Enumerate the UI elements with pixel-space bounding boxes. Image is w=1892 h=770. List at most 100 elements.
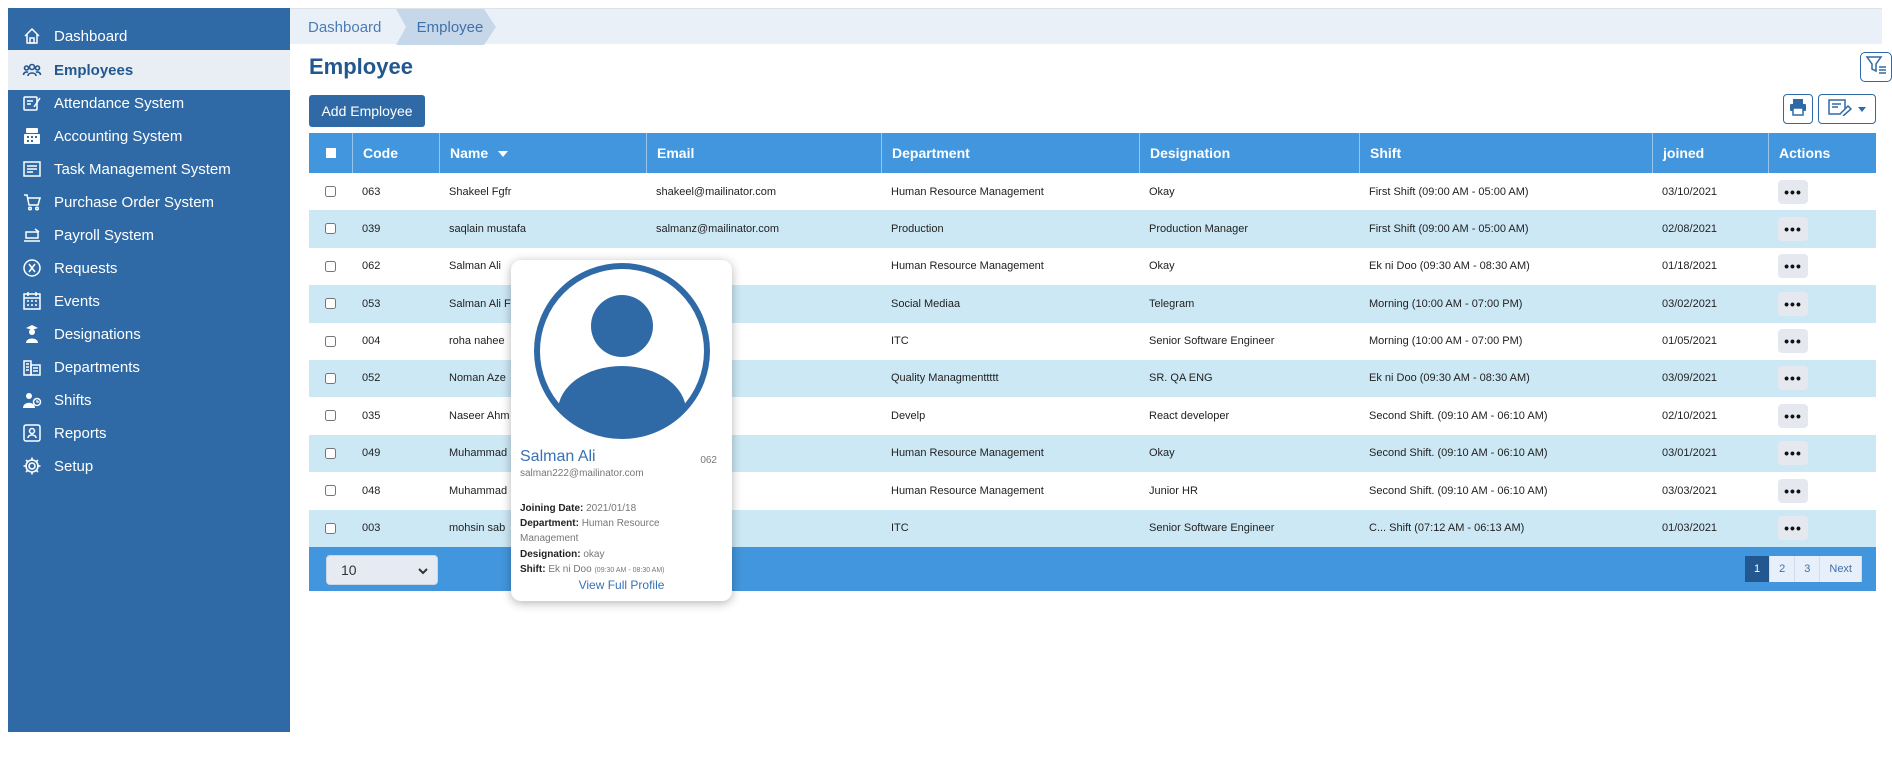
- popup-designation-value: okay: [583, 549, 605, 560]
- actions-cell: •••: [1768, 510, 1876, 547]
- filter-button[interactable]: [1860, 52, 1892, 82]
- row-checkbox[interactable]: [325, 410, 336, 422]
- row-actions-button[interactable]: •••: [1778, 478, 1808, 503]
- cell-designation: Production Manager: [1149, 222, 1249, 235]
- popup-email: salman222@mailinator.com: [520, 468, 644, 479]
- chevron-down-icon: [417, 564, 429, 580]
- row-checkbox[interactable]: [325, 223, 336, 235]
- page-size-select[interactable]: 10: [326, 554, 438, 585]
- row-checkbox[interactable]: [325, 522, 336, 534]
- requests-icon: [22, 258, 42, 278]
- cell-shift: Second Shift. (09:10 AM - 06:10 AM): [1369, 409, 1548, 422]
- cell-shift: Second Shift. (09:10 AM - 06:10 AM): [1369, 447, 1548, 460]
- designation-icon: [22, 324, 42, 344]
- table-row[interactable]: 063 Shakeel Fgfr shakeel@mailinator.com Hum…: [309, 173, 1876, 210]
- cell-code: 063: [362, 185, 381, 198]
- sidebar-item-label: Departments: [54, 358, 140, 376]
- col-department[interactable]: Department: [881, 133, 1139, 173]
- cell-email: shakeel@mailinator.com: [656, 185, 776, 198]
- cell-designation: Senior Software Engineer: [1149, 335, 1275, 348]
- add-employee-button[interactable]: Add Employee: [309, 95, 425, 127]
- cell-shift: Ek ni Doo (09:30 AM - 08:30 AM): [1369, 372, 1530, 385]
- view-full-profile-link[interactable]: View Full Profile: [511, 578, 732, 592]
- col-joined[interactable]: joined: [1652, 133, 1768, 173]
- row-actions-button[interactable]: •••: [1778, 216, 1808, 241]
- sidebar-item-label: Requests: [54, 259, 118, 277]
- col-name-label: Name: [450, 145, 489, 161]
- popup-department: Department: Human Resource Management: [520, 516, 720, 546]
- actions-cell: •••: [1768, 360, 1876, 397]
- cell-code: 035: [362, 409, 381, 422]
- sidebar-item-setup[interactable]: Setup: [8, 446, 290, 486]
- sidebar-item-label: Attendance System: [54, 94, 185, 112]
- building-icon: [22, 357, 42, 377]
- popup-shift-label: Shift:: [520, 564, 546, 575]
- row-checkbox[interactable]: [325, 298, 336, 310]
- row-checkbox[interactable]: [325, 186, 336, 197]
- cell-code: 039: [362, 222, 381, 235]
- row-select-cell: [309, 435, 352, 472]
- sidebar-item-label: Reports: [54, 424, 107, 442]
- sidebar-item-label: Accounting System: [54, 127, 183, 145]
- sidebar-item-label: Task Management System: [54, 160, 231, 178]
- page-1-button[interactable]: 1: [1745, 555, 1771, 582]
- row-actions-button[interactable]: •••: [1778, 403, 1808, 428]
- row-checkbox[interactable]: [325, 260, 336, 272]
- row-actions-button[interactable]: •••: [1778, 179, 1808, 204]
- row-checkbox[interactable]: [325, 447, 336, 459]
- row-actions-button[interactable]: •••: [1778, 516, 1808, 541]
- sidebar-item-label: Events: [54, 292, 100, 310]
- row-actions-button[interactable]: •••: [1778, 291, 1808, 316]
- table-row[interactable]: 039 saqlain mustafa salmanz@mailinator.com…: [309, 210, 1876, 248]
- export-dropdown-button[interactable]: [1818, 94, 1876, 124]
- cell-designation: Okay: [1149, 447, 1175, 460]
- select-all-checkbox[interactable]: [325, 148, 336, 158]
- row-actions-button[interactable]: •••: [1778, 254, 1808, 279]
- cell-joined: 03/01/2021: [1662, 447, 1718, 460]
- page-3-button[interactable]: 3: [1795, 555, 1821, 582]
- popup-shift: Shift: Ek ni Doo (09:30 AM - 08:30 AM): [520, 562, 720, 578]
- home-icon: [22, 26, 42, 46]
- popup-code: 062: [700, 455, 717, 466]
- cell-joined: 01/05/2021: [1662, 335, 1718, 348]
- cell-shift: Morning (10:00 AM - 07:00 PM): [1369, 335, 1523, 348]
- cell-joined: 03/02/2021: [1662, 297, 1718, 310]
- cart-icon: [22, 192, 42, 212]
- cell-department: ITC: [891, 335, 909, 348]
- cell-department: Human Resource Management: [891, 260, 1044, 273]
- row-checkbox[interactable]: [325, 485, 336, 497]
- col-name[interactable]: Name: [439, 133, 646, 173]
- actions-cell: •••: [1768, 210, 1876, 247]
- row-actions-button[interactable]: •••: [1778, 366, 1808, 391]
- next-page-button[interactable]: Next: [1820, 555, 1862, 582]
- chevron-down-icon: [1858, 100, 1866, 118]
- print-button[interactable]: [1783, 94, 1813, 124]
- col-code[interactable]: Code: [352, 133, 439, 173]
- popup-joining-value: 2021/01/18: [586, 503, 637, 514]
- popup-designation-label: Designation:: [520, 549, 581, 560]
- cell-joined: 01/03/2021: [1662, 522, 1718, 535]
- breadcrumb-dashboard[interactable]: Dashboard: [308, 9, 381, 45]
- col-shift[interactable]: Shift: [1359, 133, 1652, 173]
- col-email[interactable]: Email: [646, 133, 881, 173]
- export-icon: [1828, 98, 1854, 121]
- employee-profile-popup: Salman Ali 062 salman222@mailinator.com …: [511, 260, 732, 601]
- popup-shift-time: (09:30 AM - 08:30 AM): [594, 567, 665, 574]
- sort-desc-icon: [498, 145, 509, 161]
- row-actions-button[interactable]: •••: [1778, 329, 1808, 354]
- cell-code: 053: [362, 297, 381, 310]
- cell-shift: Ek ni Doo (09:30 AM - 08:30 AM): [1369, 260, 1530, 273]
- cell-designation: SR. QA ENG: [1149, 372, 1213, 385]
- cell-joined: 02/10/2021: [1662, 409, 1718, 422]
- reports-icon: [22, 423, 42, 443]
- cell-department: Production: [891, 222, 944, 235]
- col-designation[interactable]: Designation: [1139, 133, 1359, 173]
- cell-name: saqlain mustafa: [449, 222, 527, 235]
- sidebar-item-label: Shifts: [54, 391, 92, 409]
- page-2-button[interactable]: 2: [1770, 555, 1796, 582]
- row-checkbox[interactable]: [325, 372, 336, 384]
- table-header: Code Name Email Department Designation S…: [309, 133, 1876, 173]
- attendance-icon: [22, 93, 42, 113]
- row-checkbox[interactable]: [325, 335, 336, 347]
- row-actions-button[interactable]: •••: [1778, 441, 1808, 466]
